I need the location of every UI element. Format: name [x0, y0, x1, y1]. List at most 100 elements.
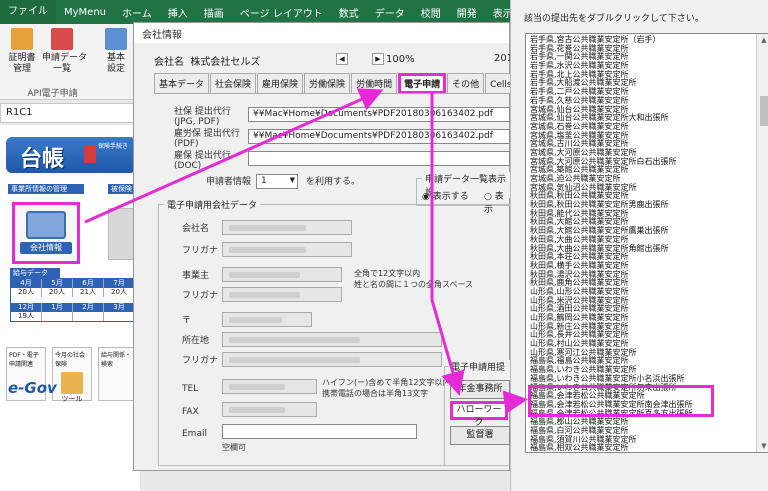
certificate-manage-button[interactable]: 証明書 管理: [2, 28, 42, 75]
ribbon-tab[interactable]: MyMenu: [56, 7, 114, 18]
salary-cell[interactable]: 2月: [73, 303, 104, 312]
radio-show[interactable]: ◉ 表示する: [422, 189, 469, 202]
dialog-tab[interactable]: 労働時間: [351, 73, 398, 94]
section-company: 事業所情報の管理: [8, 184, 84, 194]
company-info-dialog: 会社情報 会社名 株式会社セルズ ◀ ▶ 100% 2018 基本データ 社会保険…: [133, 22, 553, 471]
basic-settings-button[interactable]: 基本 設定: [96, 28, 136, 75]
company-label: 会社名: [154, 57, 184, 68]
dialog-tab[interactable]: 基本データ: [154, 73, 210, 94]
salary-cell[interactable]: 20人: [42, 288, 73, 297]
destination-item[interactable]: 福島県,相双公共職業安定所: [530, 444, 754, 452]
daicho-banner: 台帳 保険手続き: [6, 137, 136, 173]
ribbon-tab[interactable]: 校閲: [413, 5, 449, 20]
owner-furigana-field[interactable]: [222, 287, 342, 302]
proxy-doc-label: 雇保 提出代行 (DOC): [174, 151, 231, 171]
dialog-tab[interactable]: その他: [447, 73, 485, 94]
proxy-pdf-path-1[interactable]: ¥¥Mac¥Home¥Documents¥PDF20180306163402.p…: [248, 107, 510, 122]
fax-field[interactable]: [222, 402, 317, 417]
application-list-button[interactable]: 申請データ 一覧: [42, 28, 87, 75]
owner-field[interactable]: [222, 267, 342, 282]
salary-cell[interactable]: 19人: [11, 312, 42, 321]
scroll-up-icon[interactable]: ▲: [757, 34, 768, 46]
applicant-suffix: を利用する。: [306, 177, 361, 187]
dialog-tab[interactable]: 雇用保険: [257, 73, 304, 94]
name-box[interactable]: R1C1: [0, 103, 140, 123]
list-scrollbar[interactable]: ▲ ▼: [756, 34, 768, 452]
company-row: 会社名 株式会社セルズ: [154, 53, 260, 68]
salary-table: 4月 5月 6月 7月 20人 20人 21人 20人 12月 1月 2月 3月 19人: [10, 278, 136, 322]
salary-cell[interactable]: 12月: [11, 303, 42, 312]
ribbon-tab[interactable]: 描画: [196, 5, 232, 20]
salary-cell[interactable]: 21人: [73, 288, 104, 297]
ribbon-group-label: API電子申請: [27, 89, 78, 99]
address-label: 所在地: [182, 336, 210, 346]
ribbon-tab[interactable]: ページ レイアウト: [232, 5, 331, 20]
scroll-thumb[interactable]: [760, 96, 768, 126]
proxy-doc-path[interactable]: [248, 151, 510, 166]
applicant-select[interactable]: 1 ▼: [256, 174, 298, 189]
company-info-label: 会社情報: [20, 242, 72, 254]
address-furigana-field[interactable]: [222, 352, 442, 367]
gear-icon: [105, 28, 127, 50]
tel-field[interactable]: [222, 379, 317, 394]
proxy-label-1: 社保 提出代行 (JPG, PDF): [174, 107, 231, 127]
basic-settings-label: 基本 設定: [106, 53, 125, 74]
email-field[interactable]: [222, 424, 417, 439]
company-name: 株式会社セルズ: [190, 57, 261, 68]
tel-label: TEL: [182, 384, 199, 394]
chevron-down-icon: ▼: [289, 176, 295, 184]
banner-subtitle: 保険手続き: [98, 143, 129, 150]
egov-logo[interactable]: e-Gov: [8, 379, 57, 397]
list-icon: [51, 28, 73, 50]
salary-cell[interactable]: 20人: [104, 288, 135, 297]
tool-label: ツール: [61, 395, 83, 403]
owner-note: 全角で12文字以内 姓と名の間に１つの全角スペース: [354, 269, 474, 289]
proxy-pdf-path-2[interactable]: ¥¥Mac¥Home¥Documents¥PDF20180306163402.p…: [248, 129, 510, 144]
dialog-tabs: 基本データ社会保険雇用保険労働保険労働時間電子申請その他Cellsドライブ: [154, 73, 554, 94]
zoom-left-arrow-icon[interactable]: ◀: [336, 53, 348, 65]
building-icon: [26, 211, 66, 239]
salary-data-header: 給与データ: [10, 268, 60, 278]
address-furigana-label: フリガナ: [182, 356, 219, 366]
salary-cell[interactable]: 6月: [73, 279, 104, 288]
ribbon-tab[interactable]: ファイル: [0, 0, 56, 24]
salary-cell[interactable]: 5月: [42, 279, 73, 288]
salary-cell[interactable]: [73, 312, 104, 321]
salary-cell[interactable]: 7月: [104, 279, 135, 288]
zoom-right-arrow-icon[interactable]: ▶: [372, 53, 384, 65]
monthly-insurance-tile[interactable]: 今月の社会保険 ツール: [52, 347, 92, 403]
address-field[interactable]: [222, 332, 442, 347]
ribbon-tab[interactable]: 挿入: [160, 5, 196, 20]
fax-label: FAX: [182, 407, 199, 417]
ribbon-tab[interactable]: 開発: [449, 5, 485, 20]
salary-cell[interactable]: 1月: [42, 303, 73, 312]
dialog-title: 会社情報: [134, 23, 509, 43]
company-name-field[interactable]: [222, 220, 352, 235]
labor-office-button[interactable]: 監督署: [450, 426, 510, 445]
ribbon-tab[interactable]: 数式: [331, 5, 367, 20]
salary-cell[interactable]: 20人: [11, 288, 42, 297]
salary-cell[interactable]: [42, 312, 73, 321]
radio-show-label: 表示する: [432, 192, 469, 202]
dialog-tab[interactable]: 社会保険: [210, 73, 257, 94]
salary-cell[interactable]: 4月: [11, 279, 42, 288]
hellowork-button[interactable]: ハローワーク: [450, 401, 508, 428]
salary-cell[interactable]: 3月: [104, 303, 135, 312]
scroll-down-icon[interactable]: ▼: [757, 440, 768, 452]
salary-cell[interactable]: [104, 312, 135, 321]
highlighted-items-box: [528, 385, 714, 417]
zip-field[interactable]: [222, 312, 312, 327]
dialog-tab[interactable]: 電子申請: [398, 73, 447, 94]
dialog-tab[interactable]: 労働保険: [304, 73, 351, 94]
company-name-label: 会社名: [182, 224, 210, 234]
certificate-manage-label: 証明書 管理: [8, 53, 36, 74]
destination-listbox[interactable]: 岩手県,宮古公共職業安定所（岩手） 岩手県,花巻公共職業安定所 岩手県,一関公共職業…: [525, 33, 768, 453]
salary-search-tile[interactable]: 給与関係・検索: [98, 347, 138, 401]
ribbon-tab[interactable]: ホーム: [114, 5, 160, 20]
furigana-field[interactable]: [222, 242, 352, 257]
pension-office-button[interactable]: 年金事務所: [450, 380, 510, 399]
book-icon: [84, 145, 96, 163]
ribbon-tab[interactable]: データ: [367, 5, 413, 20]
company-info-button[interactable]: 会社情報: [12, 202, 80, 264]
owner-furigana-label: フリガナ: [182, 291, 219, 301]
